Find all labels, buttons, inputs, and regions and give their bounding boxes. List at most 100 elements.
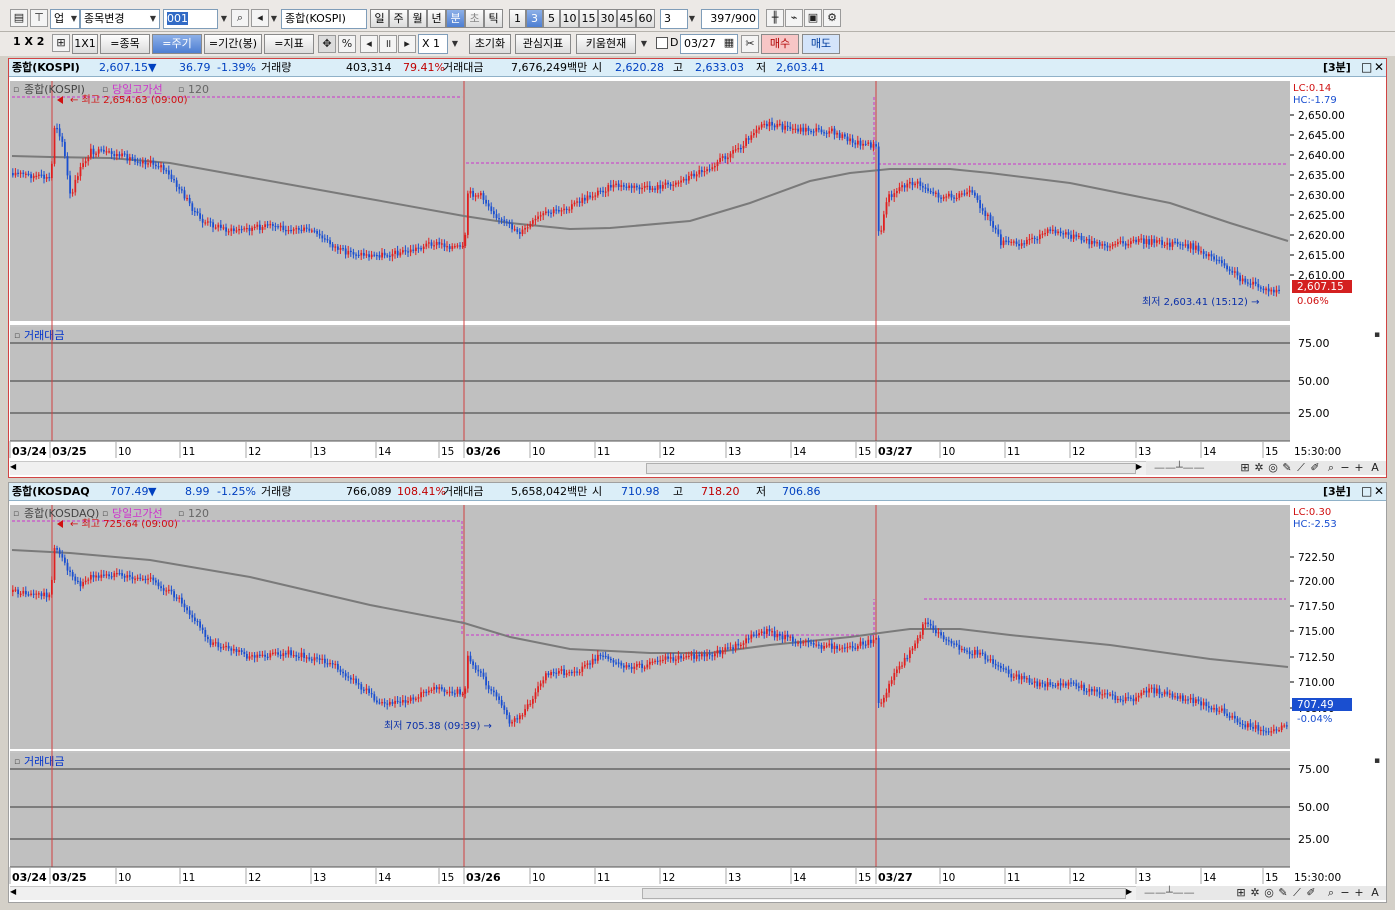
interval-button-15[interactable]: 15 bbox=[579, 9, 598, 28]
camera-icon[interactable]: ◎ bbox=[1262, 886, 1276, 900]
crosshair-icon[interactable]: ✥ bbox=[318, 35, 336, 53]
table-icon[interactable]: ⊞ bbox=[1234, 886, 1248, 900]
candle bbox=[872, 144, 875, 148]
magnifier-icon[interactable]: ⌕ bbox=[1324, 886, 1338, 900]
code-input[interactable]: 001 bbox=[163, 9, 218, 29]
sell-button[interactable]: 매도 bbox=[802, 34, 840, 54]
candle bbox=[1057, 231, 1059, 234]
period-button-6[interactable]: 틱 bbox=[484, 9, 503, 28]
prev-icon[interactable]: ◂ bbox=[360, 35, 378, 53]
candle bbox=[1158, 688, 1161, 695]
layout-icon[interactable]: ▤ bbox=[10, 9, 28, 27]
zoom-out-icon[interactable]: − bbox=[1338, 461, 1352, 475]
candle bbox=[1244, 724, 1247, 728]
grid-button[interactable]: 1X1 bbox=[72, 34, 98, 54]
interval-button-5[interactable]: 5 bbox=[543, 9, 560, 28]
chevron-down-icon[interactable]: ▼ bbox=[68, 10, 80, 28]
chevron-down-icon[interactable]: ▼ bbox=[638, 35, 650, 53]
period-button-5[interactable]: 초 bbox=[465, 9, 484, 28]
reset-button[interactable]: 초기화 bbox=[469, 34, 511, 54]
zoom-slider-icon[interactable]: ——┴—— bbox=[1144, 886, 1195, 899]
candle bbox=[126, 154, 129, 161]
scroll-right-icon[interactable]: ▶ bbox=[1136, 462, 1142, 471]
data-count-field[interactable]: 397/900 bbox=[701, 9, 759, 29]
pause-icon[interactable]: ॥ bbox=[379, 35, 397, 53]
scroll-left-icon[interactable]: ◀ bbox=[10, 887, 16, 896]
ruler-icon[interactable]: ⟋ bbox=[1294, 461, 1308, 475]
candle bbox=[768, 629, 771, 632]
gear-icon[interactable]: ⚙ bbox=[823, 9, 841, 27]
zoom-out-icon[interactable]: − bbox=[1338, 886, 1352, 900]
candle bbox=[248, 656, 251, 659]
chevron-down-icon[interactable]: ▼ bbox=[268, 10, 280, 28]
horizontal-scrollbar[interactable]: ◀ ▶ bbox=[10, 461, 1146, 475]
scroll-right-icon[interactable]: ▶ bbox=[1126, 887, 1132, 896]
grid-icon[interactable]: ⊞ bbox=[52, 34, 70, 52]
percent-button[interactable]: % bbox=[338, 35, 356, 53]
candle bbox=[708, 169, 711, 171]
pane-close-icon: ▪ bbox=[1374, 330, 1380, 340]
kospi-chart[interactable]: 75.0050.0025.00▫ 거래대금 ▪▫ 종합(KOSPI) ▫ 당일고가선 ▫ 12… bbox=[9, 59, 1386, 477]
stock-link-button[interactable]: =종목 bbox=[100, 34, 150, 54]
interval-button-30[interactable]: 30 bbox=[598, 9, 617, 28]
candle bbox=[425, 691, 428, 693]
chevron-down-icon[interactable]: ▼ bbox=[147, 10, 159, 28]
custom-interval-input[interactable]: 3 bbox=[660, 9, 688, 29]
candle bbox=[233, 649, 235, 651]
period-button-4[interactable]: 분 bbox=[446, 9, 465, 28]
zoom-select[interactable]: X 1 bbox=[418, 34, 448, 54]
calendar-icon[interactable]: ▦ bbox=[720, 35, 738, 53]
x-axis-label: 13 bbox=[313, 446, 326, 458]
candle bbox=[131, 576, 134, 580]
next-icon[interactable]: ▸ bbox=[398, 35, 416, 53]
buy-button[interactable]: 매수 bbox=[761, 34, 799, 54]
candle-type-icon[interactable]: ╫ bbox=[766, 9, 784, 27]
magnifier-icon[interactable]: ⌕ bbox=[1324, 461, 1338, 475]
scroll-thumb[interactable] bbox=[642, 888, 1126, 899]
text-icon[interactable]: A bbox=[1368, 886, 1382, 900]
interval-button-3[interactable]: 3 bbox=[526, 9, 543, 28]
candle bbox=[178, 186, 181, 190]
indicator-link-button[interactable]: =지표 bbox=[264, 34, 314, 54]
period-button-0[interactable]: 일 bbox=[370, 9, 389, 28]
camera-icon[interactable]: ◎ bbox=[1266, 461, 1280, 475]
interval-button-1[interactable]: 1 bbox=[509, 9, 526, 28]
interval-button-45[interactable]: 45 bbox=[617, 9, 636, 28]
draw-icon[interactable]: ✎ bbox=[1276, 886, 1290, 900]
scroll-left-icon[interactable]: ◀ bbox=[10, 462, 16, 471]
period-link-button[interactable]: =기간(봉) bbox=[204, 34, 262, 54]
period-button-1[interactable]: 주 bbox=[389, 9, 408, 28]
zoom-in-icon[interactable]: + bbox=[1352, 461, 1366, 475]
settings-icon[interactable]: ✲ bbox=[1252, 461, 1266, 475]
settings-icon[interactable]: ✲ bbox=[1248, 886, 1262, 900]
zoom-in-icon[interactable]: + bbox=[1352, 886, 1366, 900]
interval-button-10[interactable]: 10 bbox=[560, 9, 579, 28]
pin-icon[interactable]: ⊤ bbox=[30, 9, 48, 27]
text-icon[interactable]: A bbox=[1368, 461, 1382, 475]
interval-button-60[interactable]: 60 bbox=[636, 9, 655, 28]
speaker-icon[interactable]: ◂ bbox=[251, 9, 269, 27]
paint-icon[interactable]: ✐ bbox=[1308, 461, 1322, 475]
candle bbox=[771, 121, 773, 126]
draw-icon[interactable]: ✎ bbox=[1280, 461, 1294, 475]
kosdaq-chart[interactable]: 75.0050.0025.00▫ 거래대금 ▪▫ 종합(KOSDAQ) ▫ 당일고가선 ▫ 1… bbox=[9, 483, 1386, 902]
zoom-slider-icon[interactable]: ——┴—— bbox=[1154, 461, 1205, 474]
period-button-3[interactable]: 년 bbox=[427, 9, 446, 28]
chevron-down-icon[interactable]: ▼ bbox=[686, 10, 698, 28]
chevron-down-icon[interactable]: ▼ bbox=[449, 35, 461, 53]
date-checkbox[interactable] bbox=[656, 37, 668, 49]
cycle-link-button[interactable]: =주기 bbox=[152, 34, 202, 54]
search-icon[interactable]: ⌕ bbox=[231, 9, 249, 27]
ruler-icon[interactable]: ⟋ bbox=[1290, 886, 1304, 900]
paint-icon[interactable]: ✐ bbox=[1304, 886, 1318, 900]
scroll-thumb[interactable] bbox=[646, 463, 1136, 474]
table-icon[interactable]: ⊞ bbox=[1238, 461, 1252, 475]
scissors-icon[interactable]: ✂ bbox=[741, 35, 759, 53]
interest-indicator-button[interactable]: 관심지표 bbox=[515, 34, 571, 54]
horizontal-scrollbar[interactable]: ◀ ▶ bbox=[10, 886, 1136, 900]
period-button-2[interactable]: 월 bbox=[408, 9, 427, 28]
kiwoom-current-button[interactable]: 키움현재 bbox=[576, 34, 636, 54]
chevron-down-icon[interactable]: ▼ bbox=[218, 10, 230, 28]
line-type-icon[interactable]: ⌁ bbox=[785, 9, 803, 27]
save-icon[interactable]: ▣ bbox=[804, 9, 822, 27]
